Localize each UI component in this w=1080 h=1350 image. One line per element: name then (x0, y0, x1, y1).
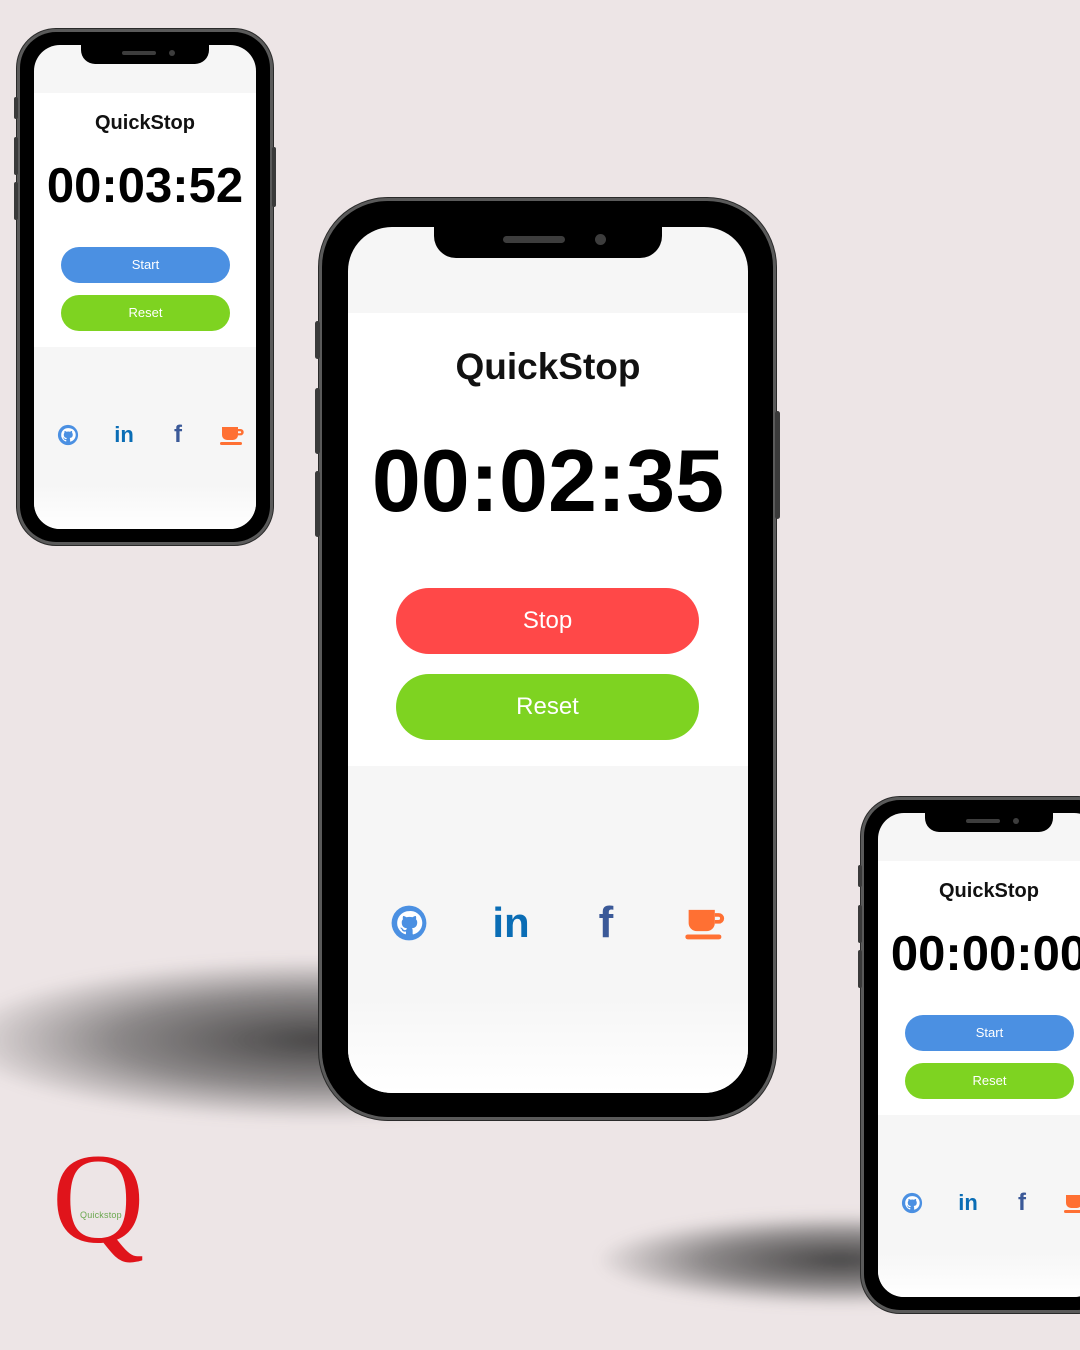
app-title: QuickStop (938, 880, 1039, 902)
reset-button[interactable]: Reset (905, 1063, 1074, 1099)
coffee-icon[interactable] (1062, 1189, 1080, 1217)
start-button[interactable]: Start (905, 1015, 1074, 1051)
center-phone-screen: QuickStop 00:02:35 Stop Reset in f (348, 227, 748, 1093)
social-links: in f (54, 421, 246, 449)
timer-card: QuickStop 00:03:52 Start Reset (34, 93, 256, 347)
social-links: in f (388, 898, 728, 947)
app-title: QuickStop (94, 112, 195, 134)
github-icon[interactable] (54, 421, 82, 449)
stop-button[interactable]: Stop (396, 588, 699, 654)
left-phone-screen: QuickStop 00:03:52 Start Reset in f (34, 45, 256, 529)
github-icon[interactable] (388, 900, 430, 946)
right-phone-screen: QuickStop 00:00:00 Start Reset in f (878, 813, 1080, 1297)
timer-display: 00:03:52 (46, 159, 244, 213)
reset-button[interactable]: Reset (61, 295, 230, 331)
quickstop-logo: Q Quickstop (52, 1128, 152, 1270)
reset-button[interactable]: Reset (396, 674, 699, 740)
github-icon[interactable] (898, 1189, 926, 1217)
logo-letter: Q (52, 1128, 145, 1270)
timer-card: QuickStop 00:00:00 Start Reset (878, 861, 1080, 1115)
timer-display: 00:00:00 (890, 927, 1080, 981)
timer-card: QuickStop 00:02:35 Stop Reset (348, 313, 748, 766)
right-phone: QuickStop 00:00:00 Start Reset in f (858, 800, 1080, 1310)
logo-wordmark: Quickstop (80, 1210, 122, 1220)
linkedin-icon[interactable]: in (954, 1189, 982, 1217)
social-links: in f (898, 1189, 1080, 1217)
start-button[interactable]: Start (61, 247, 230, 283)
linkedin-icon[interactable]: in (110, 421, 138, 449)
app-title: QuickStop (455, 346, 641, 387)
timer-display: 00:02:35 (371, 431, 725, 530)
center-phone: QuickStop 00:02:35 Stop Reset in f (315, 201, 780, 1117)
facebook-icon[interactable]: f (1008, 1189, 1036, 1217)
facebook-icon[interactable]: f (586, 898, 626, 947)
coffee-icon[interactable] (682, 900, 728, 946)
linkedin-icon[interactable]: in (488, 899, 534, 946)
facebook-icon[interactable]: f (164, 421, 192, 449)
coffee-icon[interactable] (218, 421, 246, 449)
left-phone: QuickStop 00:03:52 Start Reset in f (14, 32, 276, 542)
